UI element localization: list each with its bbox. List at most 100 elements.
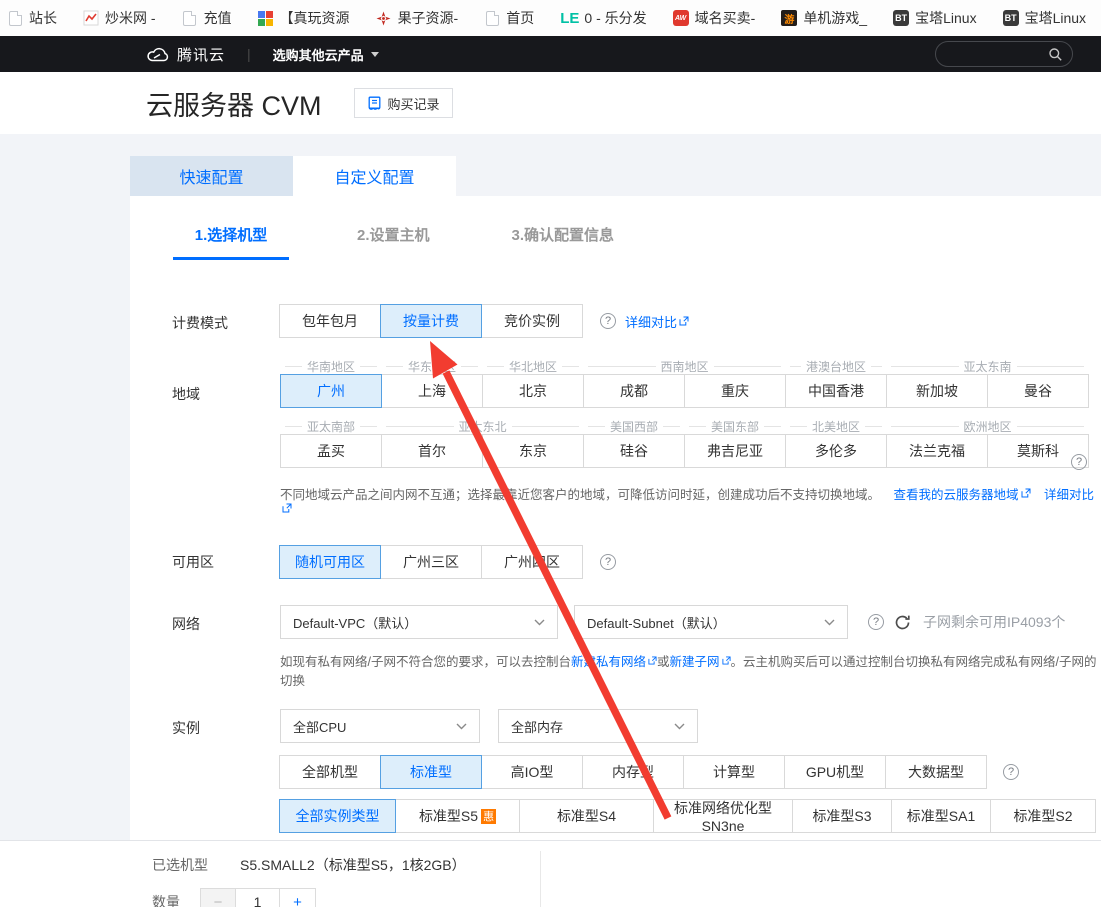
region-chengdu-button[interactable]: 成都: [583, 374, 685, 408]
region-group-south-china: 华南地区 广州: [280, 358, 382, 408]
region-beijing-button[interactable]: 北京: [482, 374, 584, 408]
family-gpu-button[interactable]: GPU机型: [784, 755, 886, 789]
bookmark-item[interactable]: BT 宝塔Linux: [880, 8, 989, 28]
step-label: 2.设置主机: [343, 224, 444, 257]
family-all-button[interactable]: 全部机型: [279, 755, 381, 789]
region-group-se-asia: 亚太东南 新加坡 曼谷: [886, 358, 1089, 408]
step-confirm[interactable]: 3.确认配置信息: [498, 224, 629, 260]
billing-postpaid-button[interactable]: 按量计费: [380, 304, 482, 338]
family-compute-button[interactable]: 计算型: [683, 755, 785, 789]
bookmark-item[interactable]: AW 域名买卖-: [660, 8, 769, 28]
baota-icon: BT: [1003, 10, 1019, 26]
region-shanghai-button[interactable]: 上海: [381, 374, 483, 408]
region-bangkok-button[interactable]: 曼谷: [987, 374, 1089, 408]
region-group-label: 亚太东南: [964, 358, 1012, 375]
external-link-icon: [282, 503, 292, 513]
bookmark-item[interactable]: BT 宝塔Linux: [990, 8, 1099, 28]
le-logo-icon: LE: [560, 10, 579, 27]
config-panel: 1.选择机型 2.设置主机 3.确认配置信息 计费模式 包年包月 按量计费 竞价…: [130, 196, 1101, 840]
cpu-filter-select[interactable]: 全部CPU: [280, 709, 480, 743]
type-s5-button[interactable]: 标准型S5 惠: [395, 799, 520, 833]
top-nav: 腾讯云 | 选购其他云产品: [0, 36, 1101, 72]
region-siliconvalley-button[interactable]: 硅谷: [583, 434, 685, 468]
create-vpc-link[interactable]: 新建私有网络: [571, 655, 646, 669]
region-group-hmt: 港澳台地区 中国香港: [785, 358, 887, 408]
type-s3-button[interactable]: 标准型S3: [792, 799, 892, 833]
billing-compare-link[interactable]: 详细对比: [625, 312, 677, 331]
region-virginia-button[interactable]: 弗吉尼亚: [684, 434, 786, 468]
external-link-icon: [722, 656, 731, 665]
region-guangzhou-button[interactable]: 广州: [280, 374, 382, 408]
quantity-label: 数量: [152, 892, 180, 907]
tencent-cloud-logo[interactable]: 腾讯云: [146, 44, 225, 65]
zone-gz4-button[interactable]: 广州四区: [481, 545, 583, 579]
footer-divider: [540, 851, 541, 907]
type-spacer: [172, 812, 280, 821]
bookmark-item[interactable]: 首页: [471, 8, 547, 28]
subnet-select[interactable]: Default-Subnet（默认）: [574, 605, 848, 639]
vpc-select[interactable]: Default-VPC（默认）: [280, 605, 558, 639]
region-group-label: 港澳台地区: [806, 358, 866, 375]
bookmark-item[interactable]: 【真玩资源: [245, 8, 363, 28]
other-products-menu[interactable]: 选购其他云产品: [273, 45, 379, 64]
family-standard-button[interactable]: 标准型: [380, 755, 482, 789]
region-group-north-china: 华北地区 北京: [482, 358, 584, 408]
my-regions-link[interactable]: 查看我的云服务器地域: [894, 488, 1019, 502]
quantity-increase-button[interactable]: +: [280, 888, 316, 907]
help-icon[interactable]: ?: [1003, 764, 1019, 780]
type-all-button[interactable]: 全部实例类型: [279, 799, 396, 833]
search-input[interactable]: [935, 41, 1073, 67]
memory-filter-select[interactable]: 全部内存: [498, 709, 698, 743]
help-icon[interactable]: ?: [600, 313, 616, 329]
region-group-southwest: 西南地区 成都 重庆: [583, 358, 786, 408]
help-icon[interactable]: ?: [1071, 454, 1087, 470]
bookmark-item[interactable]: LE 0 - 乐分发: [547, 8, 659, 28]
zone-random-button[interactable]: 随机可用区: [279, 545, 381, 579]
region-hongkong-button[interactable]: 中国香港: [785, 374, 887, 408]
region-frankfurt-button[interactable]: 法兰克福: [886, 434, 988, 468]
region-toronto-button[interactable]: 多伦多: [785, 434, 887, 468]
chevron-down-icon: [674, 723, 685, 730]
bookmark-item[interactable]: 站长: [4, 8, 70, 28]
create-subnet-link[interactable]: 新建子网: [670, 655, 720, 669]
step-select-model[interactable]: 1.选择机型: [173, 224, 289, 260]
billing-prepaid-button[interactable]: 包年包月: [279, 304, 381, 338]
type-sa1-button[interactable]: 标准型SA1: [891, 799, 991, 833]
region-singapore-button[interactable]: 新加坡: [886, 374, 988, 408]
region-group-south-asia: 亚太南部 孟买: [280, 418, 382, 468]
screen: 站长 炒米网 - 充值 【真玩资源 果子资源- 首页: [0, 0, 1101, 907]
family-memory-button[interactable]: 内存型: [582, 755, 684, 789]
region-group-east-china: 华东地区 上海: [381, 358, 483, 408]
zone-gz3-button[interactable]: 广州三区: [380, 545, 482, 579]
tab-quick-config[interactable]: 快速配置: [130, 156, 293, 196]
billing-spot-button[interactable]: 竞价实例: [481, 304, 583, 338]
step-set-host[interactable]: 2.设置主机: [343, 224, 444, 260]
bookmark-item[interactable]: 炒米网 -: [70, 8, 169, 28]
region-seoul-button[interactable]: 首尔: [381, 434, 483, 468]
region-tokyo-button[interactable]: 东京: [482, 434, 584, 468]
region-chongqing-button[interactable]: 重庆: [684, 374, 786, 408]
external-link-icon: [648, 656, 657, 665]
bookmark-item[interactable]: 充值: [169, 8, 245, 28]
help-icon[interactable]: ?: [868, 614, 884, 630]
refresh-icon[interactable]: [894, 614, 911, 631]
tab-custom-config[interactable]: 自定义配置: [293, 156, 456, 196]
family-highio-button[interactable]: 高IO型: [481, 755, 583, 789]
bookmark-label: 宝塔Linux: [1025, 8, 1086, 28]
region-compare-link[interactable]: 详细对比: [1044, 488, 1094, 502]
purchase-history-button[interactable]: 购买记录: [354, 88, 453, 118]
region-mumbai-button[interactable]: 孟买: [280, 434, 382, 468]
type-sn3ne-button[interactable]: 标准网络优化型SN3ne: [653, 799, 793, 833]
bookmark-item[interactable]: 果子资源-: [363, 8, 472, 28]
family-bigdata-button[interactable]: 大数据型: [885, 755, 987, 789]
help-icon[interactable]: ?: [600, 554, 616, 570]
region-group-us-east: 美国东部 弗吉尼亚: [684, 418, 786, 468]
quantity-decrease-button[interactable]: −: [200, 888, 236, 907]
type-s2-button[interactable]: 标准型S2: [990, 799, 1096, 833]
type-s4-button[interactable]: 标准型S4: [519, 799, 654, 833]
page-icon: [182, 10, 198, 26]
instance-filter-row: 实例 全部CPU 全部内存: [130, 709, 1101, 743]
config-tabs: 快速配置 自定义配置: [0, 134, 1101, 196]
bookmark-item[interactable]: 游 单机游戏_: [768, 8, 880, 28]
instance-type-row: 全部实例类型 标准型S5 惠 标准型S4 标准网络优化型SN3ne 标准型S3 …: [130, 799, 1101, 833]
